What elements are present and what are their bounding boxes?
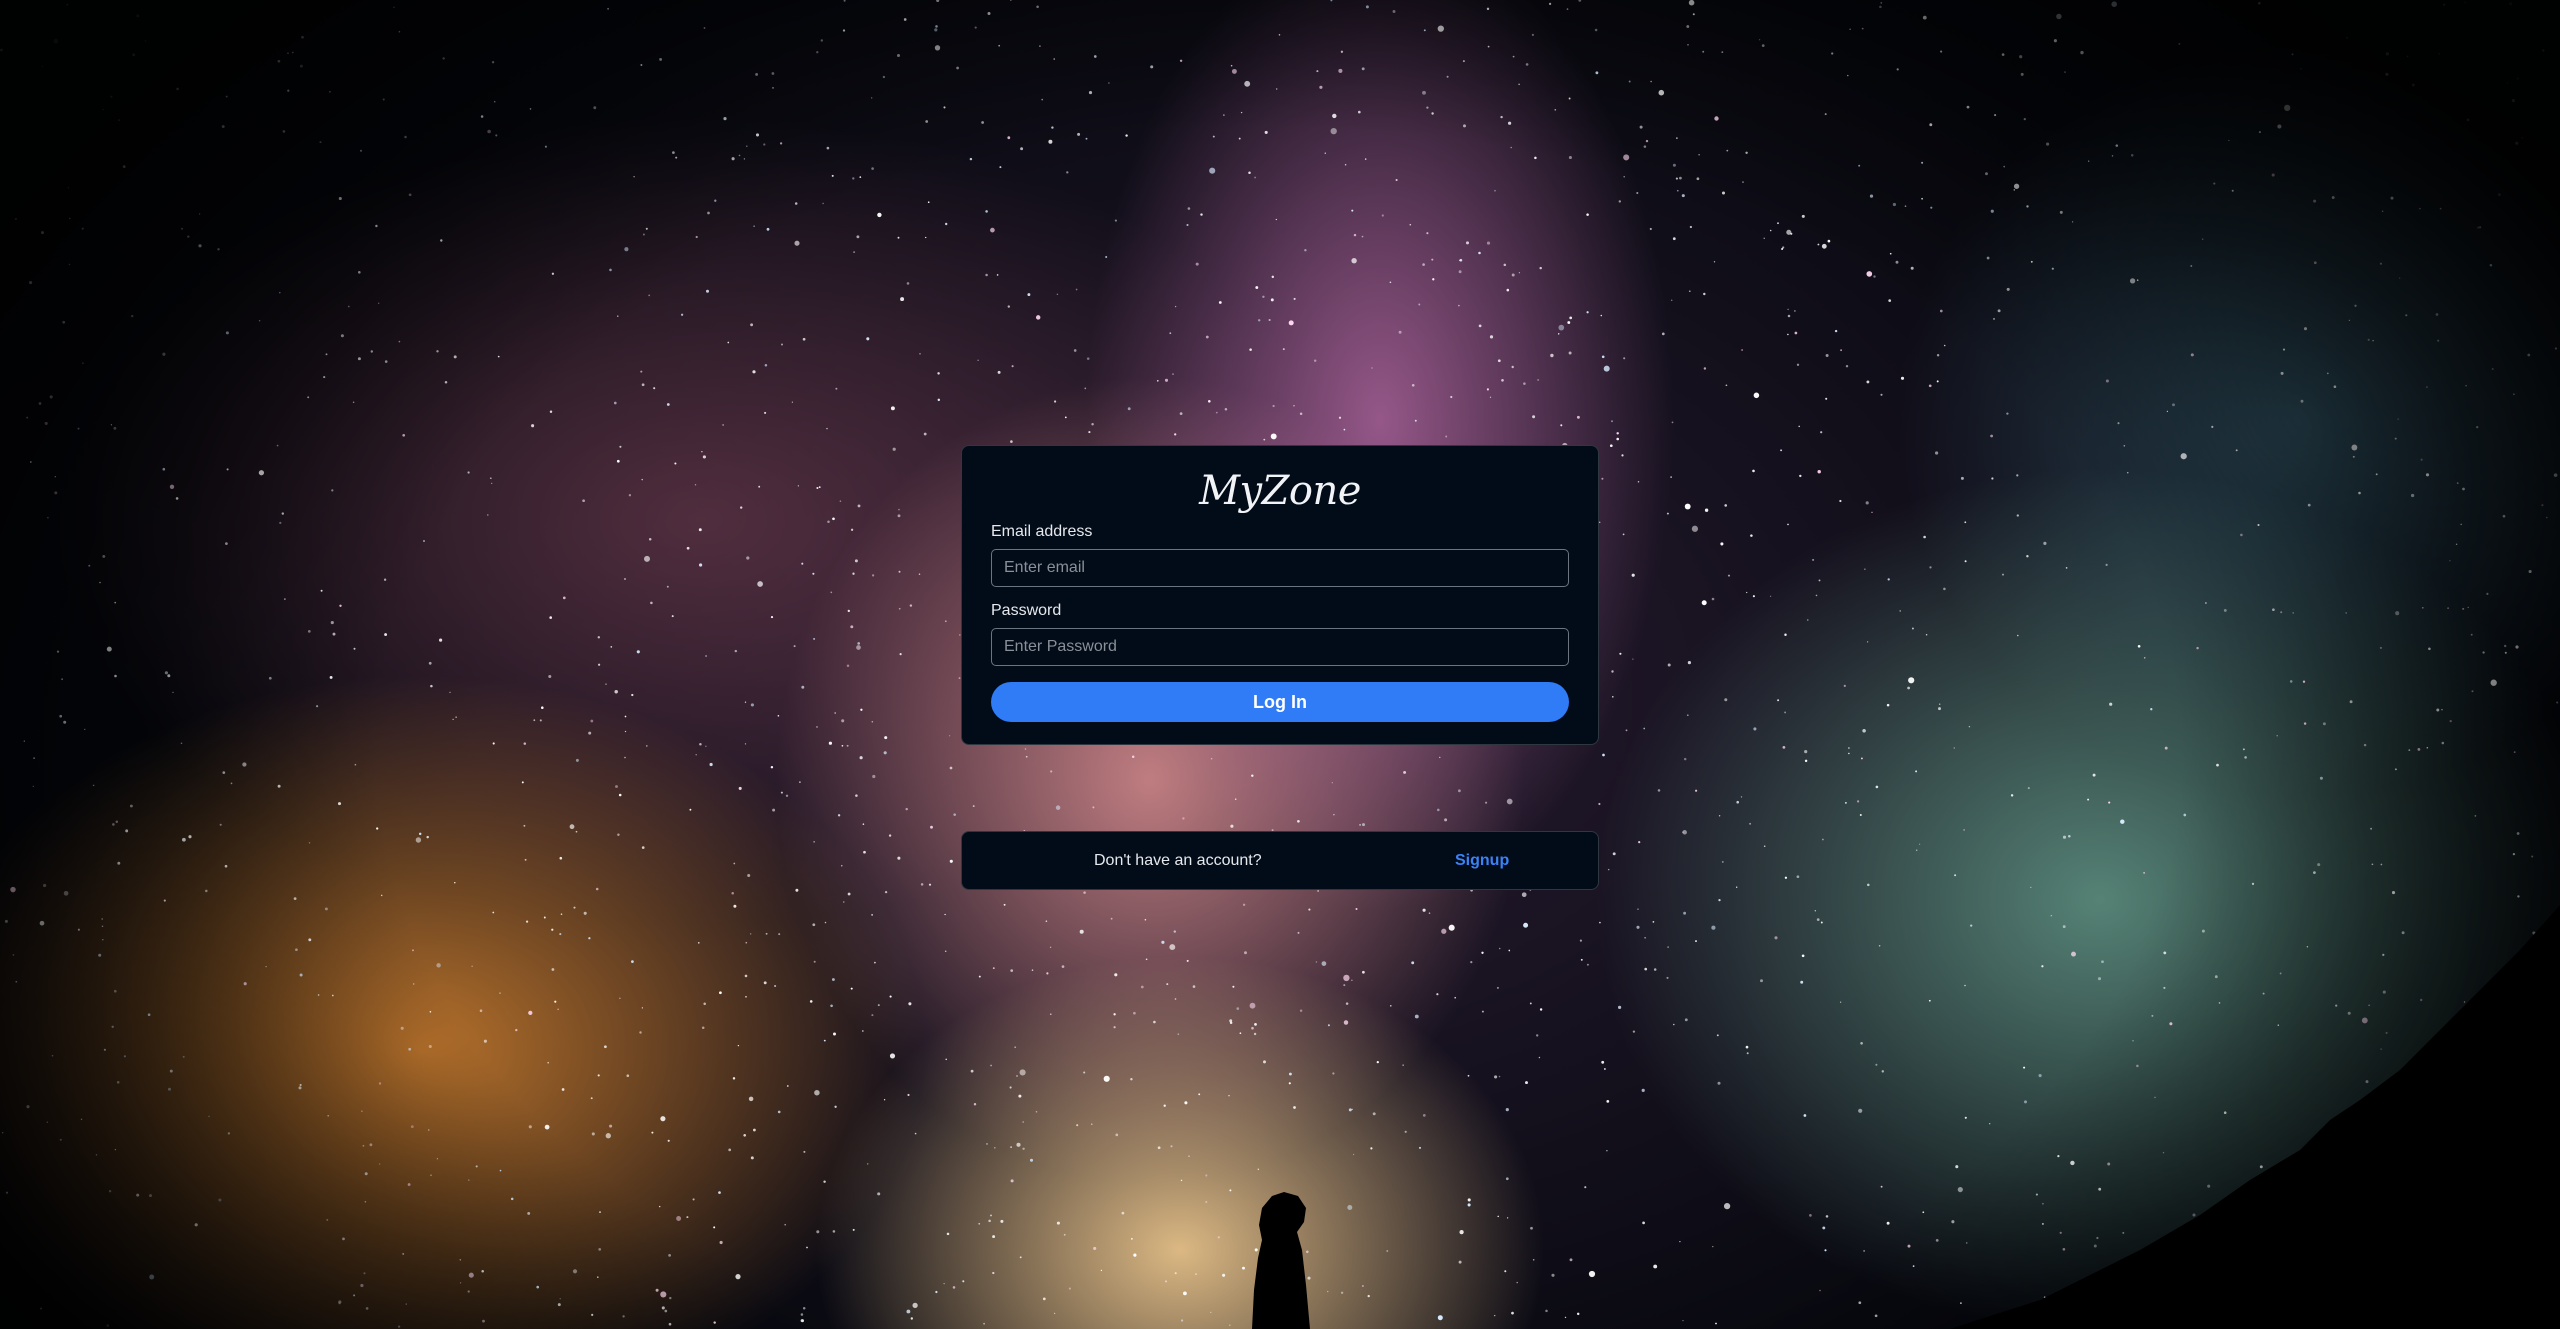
hill-silhouette xyxy=(1950,905,2560,1329)
email-label: Email address xyxy=(991,523,1093,540)
field-gap xyxy=(991,587,1569,601)
login-button[interactable]: Log In xyxy=(991,682,1569,722)
signup-link[interactable]: Signup xyxy=(1455,832,1509,889)
email-input[interactable] xyxy=(991,549,1569,587)
password-input[interactable] xyxy=(991,628,1569,666)
signup-prompt: Don't have an account? xyxy=(1094,852,1262,869)
signup-bar: Don't have an account? Signup xyxy=(961,831,1599,890)
person-silhouette xyxy=(1252,1192,1310,1329)
brand-logo: MyZone xyxy=(1199,468,1361,514)
login-card: MyZone Email address Password Log In xyxy=(961,445,1599,745)
password-label: Password xyxy=(991,602,1062,619)
